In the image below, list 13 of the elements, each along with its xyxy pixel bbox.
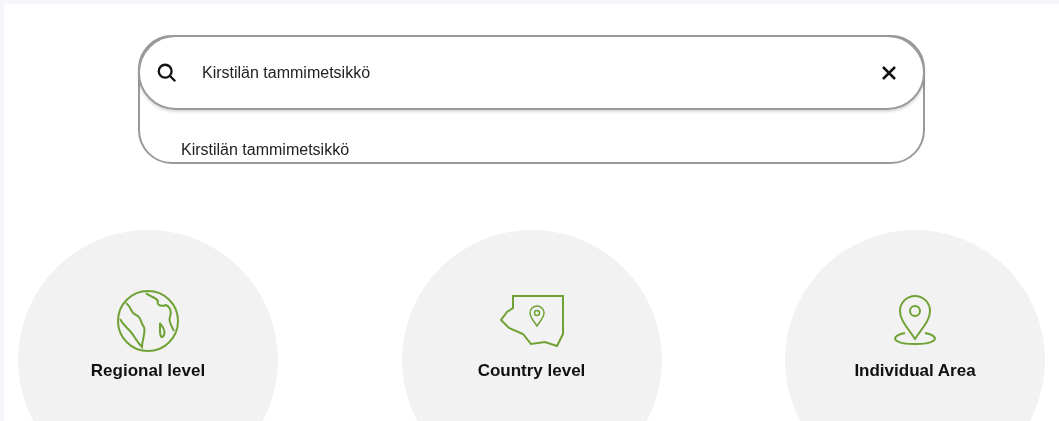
search-text: Kirstilän tammimetsikkö: [202, 62, 372, 83]
card-title: Country level: [477, 360, 586, 382]
close-icon: [881, 64, 897, 81]
search-field[interactable]: Kirstilän tammimetsikkö: [138, 35, 925, 110]
category-card[interactable]: Country level: [401, 230, 662, 421]
category-card[interactable]: Individual Area: [785, 230, 1045, 421]
card-title: Regional level: [90, 360, 206, 382]
card-title: Individual Area: [854, 360, 976, 382]
globe-icon: [116, 289, 180, 353]
suggestion-item[interactable]: Kirstilän tammimetsikkö: [181, 138, 350, 162]
search-icon: [156, 61, 178, 84]
map-pin-icon: [498, 294, 565, 348]
category-card[interactable]: Regional level: [18, 230, 278, 421]
